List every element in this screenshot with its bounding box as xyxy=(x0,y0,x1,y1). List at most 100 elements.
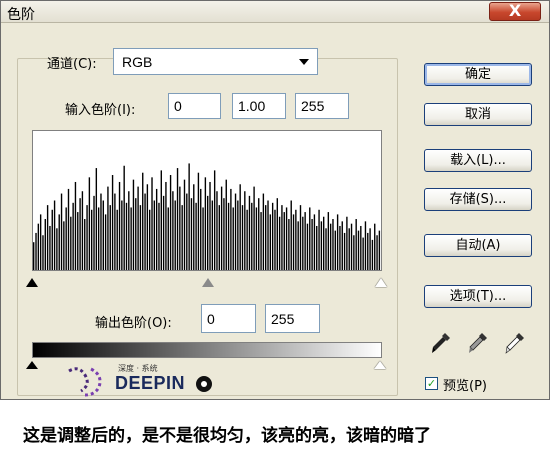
histogram-bar xyxy=(188,163,190,270)
histogram-bar xyxy=(271,202,274,270)
ok-button[interactable]: 确定 xyxy=(424,63,532,86)
load-button[interactable]: 载入(L)... xyxy=(424,149,532,172)
histogram-bar xyxy=(378,230,381,270)
histogram-bar xyxy=(283,212,285,270)
histogram-bar xyxy=(49,225,51,270)
histogram-bar xyxy=(167,207,169,270)
gamma-handle[interactable] xyxy=(202,278,214,287)
histogram-bar xyxy=(74,181,77,270)
channel-label: 通道(C): xyxy=(47,57,97,72)
histogram-bar xyxy=(67,188,70,270)
histogram-bar xyxy=(234,193,237,270)
histogram-bar xyxy=(183,179,186,270)
histogram-bar xyxy=(195,202,197,270)
histogram-bar xyxy=(169,175,172,270)
histogram-bar xyxy=(327,212,330,270)
histogram-bar xyxy=(350,223,353,270)
gray-eyedropper-icon[interactable] xyxy=(467,331,489,355)
histogram-bar xyxy=(216,191,218,270)
histogram-bar xyxy=(95,168,98,270)
histogram-bar xyxy=(102,200,104,270)
histogram-bar xyxy=(213,170,216,270)
channel-select[interactable]: RGB xyxy=(113,48,318,75)
deepin-swirl-icon xyxy=(68,367,102,397)
output-black-field[interactable]: 0 xyxy=(201,304,256,333)
white-eyedropper-icon[interactable] xyxy=(504,331,526,355)
save-button[interactable]: 存储(S)... xyxy=(424,188,532,211)
output-white-field[interactable]: 255 xyxy=(265,304,320,333)
histogram-bar xyxy=(316,225,318,270)
histogram-bar xyxy=(244,191,246,270)
auto-button[interactable]: 自动(A) xyxy=(424,234,532,257)
histogram-bar xyxy=(220,186,223,270)
histogram-bar xyxy=(176,168,179,270)
input-gamma-field[interactable]: 1.00 xyxy=(232,93,286,119)
histogram-bar xyxy=(186,193,188,270)
histogram-bar xyxy=(313,214,316,270)
histogram-bar xyxy=(86,205,88,270)
cancel-button[interactable]: 取消 xyxy=(424,103,532,126)
title-bar[interactable]: 色阶 X xyxy=(1,1,549,23)
output-white-handle[interactable] xyxy=(374,361,386,369)
histogram-bar xyxy=(318,209,320,270)
histogram-bar xyxy=(295,209,297,270)
histogram-bar xyxy=(207,195,209,270)
black-point-handle[interactable] xyxy=(26,278,38,287)
histogram-bar xyxy=(311,219,313,270)
histogram-bar xyxy=(123,165,125,270)
options-button[interactable]: 选项(T)... xyxy=(424,285,532,308)
input-white-field[interactable]: 255 xyxy=(295,93,349,119)
histogram-bar xyxy=(230,188,232,270)
histogram-bar xyxy=(355,219,357,270)
histogram-bar xyxy=(149,209,151,270)
histogram-bar xyxy=(179,186,181,270)
histogram-bar xyxy=(367,232,369,270)
histogram-bar xyxy=(232,207,234,270)
histogram-bar xyxy=(107,186,109,270)
histogram-bar xyxy=(79,198,81,270)
histogram-bar xyxy=(362,237,364,270)
histogram-bar xyxy=(211,200,214,270)
histogram-bar xyxy=(269,214,272,270)
output-levels-label: 输出色阶(O): xyxy=(95,316,172,331)
histogram-bar xyxy=(329,223,332,270)
histogram-bar xyxy=(258,198,260,270)
histogram-bar xyxy=(70,216,72,270)
white-point-handle[interactable] xyxy=(375,278,387,287)
dialog-title: 色阶 xyxy=(7,7,35,23)
histogram-bar xyxy=(246,209,248,270)
histogram-bar xyxy=(158,202,160,270)
histogram-bar xyxy=(100,193,102,270)
histogram-bar xyxy=(60,193,63,270)
histogram-bar xyxy=(339,225,341,270)
histogram-bar xyxy=(260,212,262,270)
histogram-bar xyxy=(343,232,346,270)
histogram-bar xyxy=(371,239,374,270)
histogram-bar xyxy=(267,200,269,270)
histogram-bar xyxy=(348,228,350,270)
histogram-bar xyxy=(274,209,276,270)
histogram-bar xyxy=(33,242,35,270)
histogram-bar xyxy=(53,200,56,270)
histogram-bar xyxy=(97,207,100,270)
histogram-bar xyxy=(160,170,162,270)
logo-disc-icon xyxy=(196,376,212,392)
histogram-bar xyxy=(325,228,327,270)
histogram-bar xyxy=(374,223,376,270)
histogram-bar xyxy=(155,188,158,270)
logo-text: DEEPIN xyxy=(115,373,186,393)
histogram-bar xyxy=(202,207,204,270)
histogram-bar xyxy=(116,209,118,270)
output-black-handle[interactable] xyxy=(26,361,38,369)
input-black-field[interactable]: 0 xyxy=(168,93,221,119)
histogram-bar xyxy=(251,202,253,270)
histogram-bar xyxy=(364,221,367,270)
histogram-chart xyxy=(33,163,381,270)
input-slider[interactable] xyxy=(26,272,387,288)
histogram-bar xyxy=(218,205,220,270)
close-button[interactable]: X xyxy=(489,2,541,21)
black-eyedropper-icon[interactable] xyxy=(430,331,452,355)
histogram-bar xyxy=(130,207,132,270)
preview-checkbox[interactable]: ✓ xyxy=(425,377,438,390)
histogram-bar xyxy=(292,214,295,270)
